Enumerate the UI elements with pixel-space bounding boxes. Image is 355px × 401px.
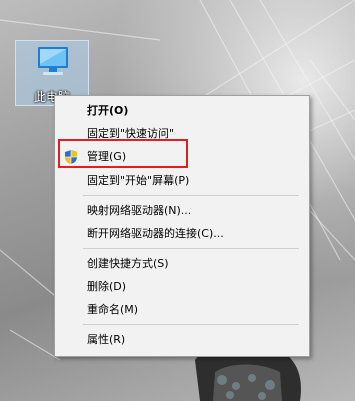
menu-item-open[interactable]: 打开(O) [55,100,309,122]
menu-separator [83,195,299,196]
menu-item-delete[interactable]: 删除(D) [55,276,309,298]
menu-item-create-shortcut-label: 创建快捷方式(S) [87,257,169,270]
menu-item-properties[interactable]: 属性(R) [55,329,309,351]
menu-item-manage[interactable]: 管理(G) [55,146,309,168]
menu-item-pin-quick-access[interactable]: 固定到"快速访问" [55,123,309,145]
menu-item-rename[interactable]: 重命名(M) [55,299,309,321]
menu-item-pin-start[interactable]: 固定到"开始"屏幕(P) [55,170,309,192]
menu-item-map-drive[interactable]: 映射网络驱动器(N)... [55,200,309,222]
menu-item-pin-start-label: 固定到"开始"屏幕(P) [87,174,190,187]
menu-item-rename-label: 重命名(M) [87,303,139,316]
computer-icon [38,47,68,75]
menu-item-open-label: 打开(O) [87,104,129,117]
menu-item-manage-label: 管理(G) [87,150,127,163]
menu-item-properties-label: 属性(R) [87,333,126,346]
menu-item-create-shortcut[interactable]: 创建快捷方式(S) [55,253,309,275]
menu-item-disconnect-drive[interactable]: 断开网络驱动器的连接(C)... [55,223,309,245]
context-menu: 打开(O) 固定到"快速访问" 管理(G) 固定到"开始"屏幕(P) 映射网络驱… [54,95,310,357]
menu-item-disconnect-drive-label: 断开网络驱动器的连接(C)... [87,227,224,240]
menu-separator [83,324,299,325]
uac-shield-icon [65,150,77,164]
menu-item-pin-quick-access-label: 固定到"快速访问" [87,127,175,140]
menu-item-map-drive-label: 映射网络驱动器(N)... [87,204,192,217]
menu-item-delete-label: 删除(D) [87,280,127,293]
menu-separator [83,248,299,249]
